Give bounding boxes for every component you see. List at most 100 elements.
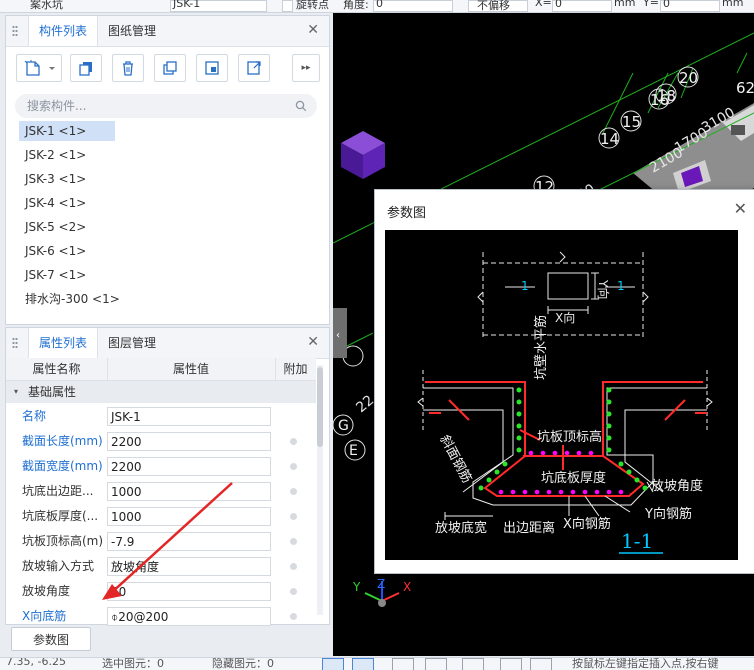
floor-copy-icon: [205, 61, 219, 75]
status-tool-button[interactable]: [500, 658, 522, 670]
property-name: 坑底板厚度(...: [22, 509, 99, 523]
y-bar-label: Y向钢筋: [644, 506, 692, 522]
status-tool-button[interactable]: [425, 658, 447, 670]
search-input[interactable]: [25, 98, 289, 114]
export-button[interactable]: [238, 54, 270, 82]
extra-attribute-dot[interactable]: [290, 563, 297, 570]
property-value-field[interactable]: -7.9: [107, 532, 271, 551]
tab-property-list[interactable]: 属性列表: [28, 328, 99, 358]
panel-grip-handle[interactable]: [12, 337, 18, 349]
dialog-title: 参数图: [387, 206, 427, 221]
status-tool-button[interactable]: [530, 658, 552, 670]
rotate-point-checkbox[interactable]: [282, 0, 293, 12]
search-icon[interactable]: [295, 100, 307, 112]
list-item[interactable]: JSK-5 <2>: [19, 217, 92, 237]
panel-grip-handle[interactable]: [12, 25, 18, 37]
status-tool-button[interactable]: [462, 658, 484, 670]
property-row[interactable]: X向底筋 ⌽20@200: [6, 604, 316, 629]
axis-number: 18: [657, 87, 676, 105]
property-row[interactable]: 名称 JSK-1: [6, 404, 316, 429]
extra-attribute-dot[interactable]: [290, 488, 297, 495]
property-value-field[interactable]: ⌽20@200: [107, 607, 271, 626]
property-row[interactable]: 坑板顶标高(m) -7.9: [6, 529, 316, 554]
property-value-field[interactable]: 2200: [107, 457, 271, 476]
property-row[interactable]: 放坡角度 60: [6, 579, 316, 604]
duplicate-layer-button[interactable]: [154, 54, 186, 82]
offset-mode-select[interactable]: 不偏移: [468, 0, 528, 12]
tab-drawing-management[interactable]: 图纸管理: [98, 16, 166, 45]
angle-input[interactable]: 0: [373, 0, 453, 12]
component-list-panel: 构件列表 图纸管理 ✕ ▸▸ 搜索构件... JSK-1 <1> JSK-2 <…: [5, 15, 330, 325]
close-icon[interactable]: ✕: [307, 22, 319, 38]
copy-button[interactable]: [70, 54, 102, 82]
extra-attribute-dot[interactable]: [290, 463, 297, 470]
floor-copy-button[interactable]: [196, 54, 228, 82]
extra-attribute-dot[interactable]: [290, 613, 297, 620]
property-row[interactable]: 坑底出边距... 1000: [6, 479, 316, 504]
list-item[interactable]: 排水沟-300 <1>: [19, 289, 126, 309]
more-tools-button[interactable]: ▸▸: [292, 54, 320, 82]
property-row[interactable]: 放坡输入方式 放坡角度: [6, 554, 316, 579]
axis-number: 20: [679, 69, 698, 87]
axis-y-label: Y: [352, 580, 361, 594]
property-value-field[interactable]: 放坡角度: [107, 557, 271, 576]
axis-number: 15: [622, 113, 641, 131]
leader-lines: [444, 481, 654, 520]
axis-number: 14: [600, 130, 619, 148]
wall-bar-label: 坑壁水平筋: [533, 315, 549, 380]
property-value-field[interactable]: 1000: [107, 507, 271, 526]
property-value-field[interactable]: 2200: [107, 432, 271, 451]
y-offset-input[interactable]: 0: [660, 0, 720, 12]
extra-attribute-dot[interactable]: [290, 513, 297, 520]
property-value-field[interactable]: JSK-1: [107, 407, 271, 426]
pit-hole: [731, 125, 745, 135]
list-item[interactable]: JSK-6 <1>: [19, 241, 92, 261]
slope-bar-label: 斜面钢筋: [436, 432, 475, 485]
top-elev-label: 坑板顶标高: [537, 429, 602, 445]
list-item[interactable]: JSK-2 <1>: [19, 145, 92, 165]
extra-attribute-dot[interactable]: [290, 438, 297, 445]
property-row[interactable]: 坑底板厚度(... 1000: [6, 504, 316, 529]
x-bar-label: X向钢筋: [563, 516, 611, 532]
close-icon[interactable]: ✕: [307, 334, 319, 350]
status-tool-button[interactable]: [392, 658, 414, 670]
scrollbar-thumb[interactable]: [317, 367, 323, 447]
close-icon[interactable]: ✕: [734, 199, 747, 218]
property-list-panel: 属性列表 图层管理 ✕ 属性名称 属性值 附加 ▾ 基础属性 名称 JSK-1 截面…: [5, 327, 330, 626]
top-left-label: 案水坑: [30, 0, 63, 11]
property-name: 截面长度(mm): [22, 434, 103, 448]
property-table-header: 属性名称 属性值 附加: [6, 358, 316, 381]
component-select[interactable]: JSK-1: [170, 0, 267, 12]
extra-attribute-dot[interactable]: [290, 588, 297, 595]
property-value-field[interactable]: 60: [107, 582, 271, 601]
grid-letter-labels: G E: [338, 418, 358, 459]
section-mark-right: 1: [617, 279, 625, 293]
status-tool-button[interactable]: [352, 658, 374, 670]
extra-attribute-dot[interactable]: [290, 538, 297, 545]
tab-component-list[interactable]: 构件列表: [28, 16, 99, 46]
x-dir-label: X向: [555, 310, 575, 325]
tab-layer-management[interactable]: 图层管理: [98, 328, 166, 357]
property-value-field[interactable]: 1000: [107, 482, 271, 501]
x-offset-input[interactable]: 0: [552, 0, 612, 12]
property-group-basic[interactable]: ▾ 基础属性: [6, 381, 316, 403]
property-name: 名称: [22, 409, 47, 423]
new-icon: [24, 60, 55, 76]
list-item[interactable]: JSK-7 <1>: [19, 265, 92, 285]
chevron-left-icon[interactable]: ‹: [336, 330, 340, 341]
property-row[interactable]: 截面宽度(mm) 2200: [6, 454, 316, 479]
list-item[interactable]: JSK-1 <1>: [19, 121, 115, 141]
list-item[interactable]: JSK-4 <1>: [19, 193, 92, 213]
new-component-button[interactable]: [16, 54, 62, 82]
property-scrollbar[interactable]: [317, 365, 323, 615]
property-row[interactable]: 截面长度(mm) 2200: [6, 429, 316, 454]
parameter-diagram-button[interactable]: 参数图: [11, 627, 91, 651]
status-tool-button[interactable]: [322, 658, 344, 670]
list-item[interactable]: JSK-3 <1>: [19, 169, 92, 189]
top-toolbar-strip: 案水坑 JSK-1 旋转点 角度: 0 不偏移 X= 0 mm Y= 0 mm: [0, 0, 754, 13]
header-property-name: 属性名称: [6, 358, 108, 380]
status-bar: 7.35, -6.25 选中图元：0 隐藏图元：0 按鼠标左键指定插入点,按右键: [0, 657, 754, 670]
delete-button[interactable]: [112, 54, 144, 82]
section-mark-left: 1: [521, 279, 529, 293]
section-title: 1-1: [621, 529, 653, 553]
